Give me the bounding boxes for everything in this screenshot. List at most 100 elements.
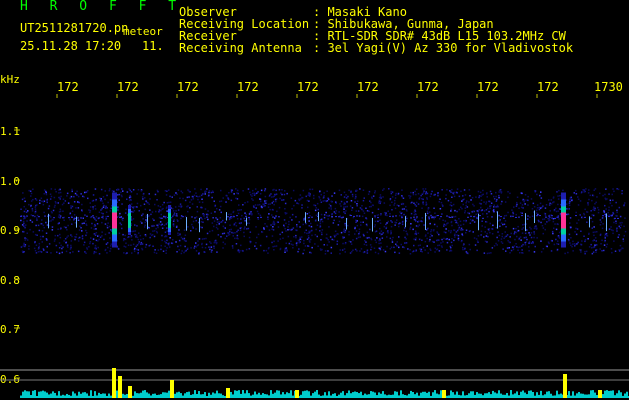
noise-pixel — [386, 222, 388, 224]
carrier-pixel — [539, 215, 541, 217]
noise-pixel — [309, 251, 311, 254]
noise-pixel — [222, 241, 224, 244]
noise-pixel — [34, 208, 37, 210]
noise-pixel — [277, 221, 279, 223]
noise-pixel — [450, 191, 452, 193]
noise-pixel — [592, 194, 595, 197]
noise-pixel — [358, 228, 361, 230]
noise-pixel — [95, 219, 97, 222]
noise-pixel — [366, 249, 369, 251]
baseline-bar — [124, 394, 126, 398]
baseline-bar — [546, 391, 548, 398]
noise-pixel — [596, 231, 598, 233]
baseline-bar — [308, 391, 310, 398]
meteor-echo-pixel — [112, 214, 117, 216]
noise-pixel — [529, 216, 531, 218]
meteor-echo-pixel — [112, 213, 117, 215]
noise-pixel — [269, 194, 271, 197]
noise-pixel — [480, 203, 482, 205]
noise-pixel — [450, 208, 453, 210]
noise-pixel — [159, 206, 162, 208]
baseline-bar — [624, 393, 626, 398]
carrier-pixel — [44, 215, 46, 217]
baseline-bar — [364, 393, 366, 398]
noise-pixel — [567, 213, 570, 215]
noise-pixel — [59, 228, 62, 230]
noise-pixel — [548, 220, 550, 222]
meteor-peak-bar — [598, 390, 602, 398]
streak — [305, 212, 306, 223]
noise-pixel — [143, 203, 146, 205]
noise-pixel — [484, 226, 486, 228]
noise-pixel — [95, 239, 98, 242]
noise-pixel — [395, 192, 397, 195]
noise-pixel — [326, 214, 328, 217]
noise-pixel — [222, 197, 224, 199]
noise-pixel — [124, 238, 127, 241]
carrier-pixel — [365, 217, 367, 219]
baseline-bar — [414, 394, 416, 398]
noise-pixel — [124, 234, 126, 237]
baseline-bar — [472, 391, 474, 398]
noise-pixel — [92, 194, 95, 196]
noise-pixel — [97, 240, 99, 242]
noise-pixel — [457, 234, 460, 237]
noise-pixel — [372, 204, 374, 207]
noise-pixel — [348, 231, 350, 233]
noise-pixel — [25, 211, 28, 213]
noise-pixel — [255, 247, 258, 250]
noise-pixel — [237, 237, 239, 240]
noise-pixel — [303, 239, 305, 242]
noise-pixel — [237, 192, 239, 195]
baseline-bar — [326, 395, 328, 398]
noise-pixel — [188, 196, 190, 198]
noise-pixel — [305, 222, 307, 225]
noise-pixel — [226, 235, 228, 237]
baseline-bar — [332, 393, 334, 398]
noise-pixel — [158, 223, 160, 225]
noise-pixel — [456, 234, 458, 236]
noise-pixel — [95, 228, 97, 230]
meteor-echo-pixel — [112, 211, 117, 213]
noise-pixel — [378, 242, 380, 245]
noise-pixel — [533, 227, 536, 230]
noise-pixel — [489, 204, 491, 207]
noise-pixel — [482, 213, 484, 215]
noise-pixel — [573, 243, 576, 245]
noise-pixel — [274, 193, 276, 196]
noise-pixel — [182, 238, 185, 240]
noise-pixel — [160, 248, 162, 251]
baseline-bar — [548, 391, 550, 398]
noise-pixel — [142, 213, 144, 215]
baseline-bar — [222, 395, 224, 398]
noise-pixel — [503, 223, 506, 225]
noise-pixel — [162, 250, 165, 252]
noise-pixel — [301, 197, 304, 199]
noise-pixel — [379, 202, 381, 205]
noise-pixel — [556, 191, 558, 193]
baseline-bar — [140, 392, 142, 398]
noise-pixel — [380, 201, 382, 203]
noise-pixel — [377, 252, 380, 255]
noise-pixel — [81, 230, 83, 232]
noise-pixel — [497, 231, 499, 233]
baseline-bar — [100, 394, 102, 398]
noise-pixel — [382, 232, 384, 234]
noise-pixel — [315, 228, 317, 231]
baseline-bar — [318, 394, 320, 398]
noise-pixel — [245, 248, 248, 251]
noise-pixel — [166, 239, 168, 242]
noise-pixel — [500, 222, 503, 224]
noise-pixel — [237, 209, 239, 212]
noise-pixel — [507, 240, 509, 242]
baseline-bar — [288, 393, 290, 398]
noise-pixel — [253, 194, 256, 196]
noise-pixel — [208, 194, 210, 197]
noise-pixel — [572, 240, 574, 243]
meteor-echo-pixel — [112, 207, 117, 209]
meteor-echo-pixel — [112, 202, 117, 204]
carrier-pixel — [230, 216, 232, 218]
noise-pixel — [335, 201, 337, 203]
noise-pixel — [428, 211, 431, 213]
noise-pixel — [586, 211, 589, 213]
